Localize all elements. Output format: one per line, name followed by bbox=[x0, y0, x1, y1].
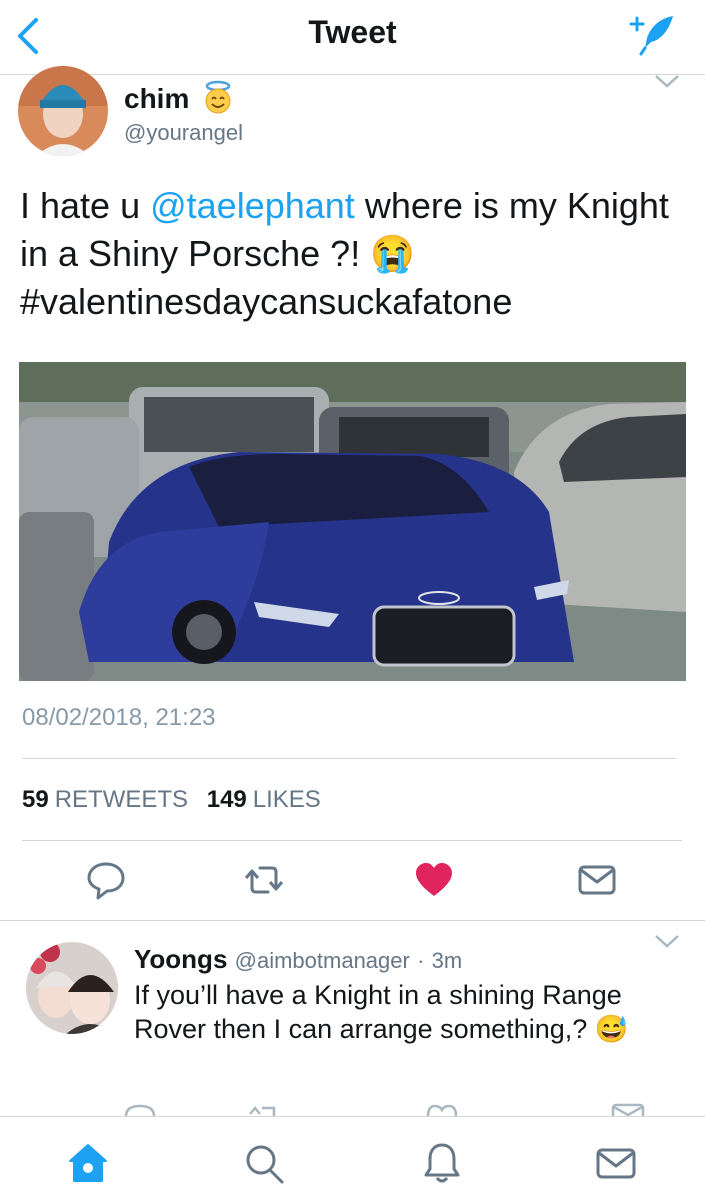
author-name[interactable]: chim bbox=[124, 80, 235, 115]
reply-message-icon[interactable] bbox=[610, 1100, 646, 1116]
divider bbox=[0, 920, 705, 921]
meta-separator: · bbox=[417, 948, 425, 973]
tweet-timestamp: 08/02/2018, 21:23 bbox=[22, 704, 216, 731]
sweat-smile-emoji-icon: 😅 bbox=[594, 1014, 629, 1044]
reply-author-handle[interactable]: @aimbotmanager bbox=[235, 948, 410, 973]
reply-icon[interactable] bbox=[84, 858, 128, 902]
reply-header: Yoongs @aimbotmanager · 3m bbox=[134, 944, 462, 975]
reply-reply-icon[interactable] bbox=[122, 1100, 158, 1116]
crying-emoji-icon: 😭 bbox=[370, 233, 416, 274]
reply-options-chevron-icon[interactable] bbox=[654, 934, 680, 950]
tweet-text: I hate u @taelephant where is my Knight … bbox=[20, 185, 669, 322]
engagement-stats: 59 RETWEETS 149 LIKES bbox=[22, 786, 321, 814]
angel-emoji-icon bbox=[205, 80, 231, 114]
search-tab-icon[interactable] bbox=[242, 1141, 286, 1185]
like-heart-icon[interactable] bbox=[412, 858, 456, 902]
mention-link[interactable]: @taelephant bbox=[150, 185, 355, 226]
author-avatar[interactable] bbox=[18, 66, 108, 156]
hashtag-link[interactable]: #valentinesdaycansuckafatone bbox=[20, 281, 512, 322]
notifications-tab-icon[interactable] bbox=[420, 1141, 464, 1185]
home-tab-icon[interactable] bbox=[66, 1141, 110, 1185]
reply-like-icon[interactable] bbox=[424, 1100, 460, 1116]
reply-author-name[interactable]: Yoongs bbox=[134, 944, 227, 974]
likes-stat[interactable]: 149 LIKES bbox=[207, 786, 321, 813]
tweet-options-chevron-icon[interactable] bbox=[654, 74, 680, 90]
reply-retweet-icon[interactable] bbox=[246, 1100, 282, 1116]
divider bbox=[22, 840, 682, 841]
messages-tab-icon[interactable] bbox=[594, 1141, 638, 1185]
reply-author-avatar[interactable] bbox=[26, 942, 118, 1034]
author-handle[interactable]: @yourangel bbox=[124, 120, 243, 146]
compose-tweet-icon[interactable] bbox=[627, 12, 677, 56]
reply-time: 3m bbox=[431, 948, 463, 973]
divider bbox=[22, 758, 676, 759]
direct-message-icon[interactable] bbox=[575, 858, 619, 902]
page-title: Tweet bbox=[308, 14, 397, 50]
reply-text: If you’ll have a Knight in a shining Ran… bbox=[134, 980, 629, 1044]
retweet-icon[interactable] bbox=[242, 858, 286, 902]
bottom-tab-bar bbox=[0, 1116, 705, 1201]
navigation-bar: Tweet bbox=[0, 0, 705, 75]
retweets-stat[interactable]: 59 RETWEETS bbox=[22, 786, 188, 813]
tweet-photo[interactable] bbox=[19, 362, 686, 681]
